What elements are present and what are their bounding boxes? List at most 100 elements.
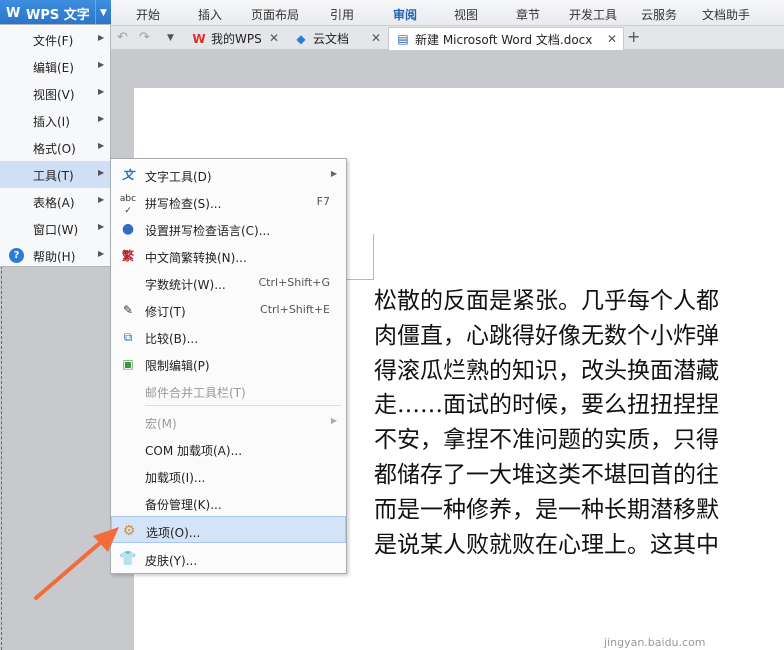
text-line: 松散的反面是紧张。几乎每个人都 bbox=[374, 288, 719, 314]
watermark-text: jingyan.baidu.com bbox=[604, 636, 706, 649]
chevron-right-icon: ▶ bbox=[98, 114, 105, 123]
menu-item-window[interactable]: 窗口(W) ▶ bbox=[0, 215, 110, 242]
tab-page-layout[interactable]: 页面布局 bbox=[251, 6, 299, 23]
simplified-traditional-icon: 繁 bbox=[121, 249, 134, 263]
doc-tab-word-document[interactable]: ▤ 新建 Microsoft Word 文档.docx ✕ bbox=[388, 27, 624, 50]
menu-item-label: 选项(O)... bbox=[146, 526, 201, 540]
tab-view[interactable]: 视图 bbox=[454, 6, 478, 23]
text-line: 都储存了一大堆这类不堪回首的往 bbox=[374, 461, 719, 488]
help-icon: ? bbox=[9, 248, 24, 263]
menu-item-label: 格式(O) bbox=[33, 142, 76, 156]
tab-cloud-service[interactable]: 云服务 bbox=[641, 6, 677, 23]
redo-icon[interactable]: ↷ bbox=[139, 30, 150, 45]
track-changes-icon: ✎ bbox=[122, 303, 134, 317]
menu-item-backup[interactable]: 备份管理(K)... bbox=[111, 489, 346, 516]
menu-item-label: 中文简繁转换(N)... bbox=[145, 251, 247, 265]
text-line: 得滚瓜烂熟的知识，改头换面潜藏 bbox=[374, 357, 719, 384]
close-icon[interactable]: ✕ bbox=[269, 31, 279, 45]
menu-item-label: 加载项(I)... bbox=[145, 471, 206, 485]
doc-tab-my-wps[interactable]: W 我的WPS ✕ bbox=[185, 27, 285, 50]
menu-item-label: 视图(V) bbox=[33, 88, 75, 102]
text-line: 走……面试的时候，要么扭扭捏捏 bbox=[374, 392, 719, 419]
doc-tab-cloud-docs[interactable]: ◆ 云文档 ✕ bbox=[287, 27, 387, 50]
menu-item-revise[interactable]: ✎ 修订(T) Ctrl+Shift+E bbox=[111, 296, 346, 323]
menu-item-word-count[interactable]: 字数统计(W)... Ctrl+Shift+G bbox=[111, 269, 346, 296]
chevron-right-icon: ▶ bbox=[98, 87, 105, 96]
menu-item-format[interactable]: 格式(O) ▶ bbox=[0, 134, 110, 161]
tab-developer[interactable]: 开发工具 bbox=[569, 6, 617, 23]
menu-item-label: 修订(T) bbox=[145, 305, 186, 319]
menu-item-text-tools[interactable]: 文 文字工具(D) ▶ bbox=[111, 161, 346, 188]
doc-tab-label: 我的WPS bbox=[211, 32, 262, 46]
menu-item-label: 工具(T) bbox=[33, 169, 74, 183]
menu-item-skin[interactable]: 👕 皮肤(Y)... bbox=[111, 545, 346, 572]
tab-chapter[interactable]: 章节 bbox=[516, 6, 540, 23]
chevron-right-icon: ▶ bbox=[98, 60, 105, 69]
menu-item-label: 编辑(E) bbox=[33, 61, 74, 75]
chevron-right-icon: ▶ bbox=[98, 195, 105, 204]
menu-item-spell-language[interactable]: ● 设置拼写检查语言(C)... bbox=[111, 215, 346, 242]
menu-item-edit[interactable]: 编辑(E) ▶ bbox=[0, 53, 110, 80]
menu-item-label: 表格(A) bbox=[33, 196, 75, 210]
margin-corner-mark bbox=[373, 234, 374, 280]
text-line: 是说某人败就败在心理上。这其中 bbox=[374, 531, 719, 558]
menu-item-file[interactable]: 文件(F) ▶ bbox=[0, 26, 110, 53]
shortcut-text: Ctrl+Shift+E bbox=[260, 303, 330, 316]
wps-logo-icon: W bbox=[6, 5, 21, 21]
menu-item-view[interactable]: 视图(V) ▶ bbox=[0, 80, 110, 107]
undo-icon[interactable]: ↶ bbox=[117, 30, 128, 45]
menu-item-label: 备份管理(K)... bbox=[145, 498, 222, 512]
menu-item-label: 文件(F) bbox=[33, 34, 74, 48]
menu-separator bbox=[145, 405, 341, 406]
cloud-cube-icon: ◆ bbox=[296, 31, 306, 46]
wps-logo-icon: W bbox=[192, 31, 206, 46]
menu-item-tools[interactable]: 工具(T) ▶ bbox=[0, 161, 110, 188]
tab-references[interactable]: 引用 bbox=[330, 6, 354, 23]
lock-document-icon: ▣ bbox=[122, 357, 134, 371]
globe-language-icon: ● bbox=[121, 221, 135, 237]
menu-item-compare[interactable]: ⧉ 比较(B)... bbox=[111, 323, 346, 350]
gear-icon: ⚙ bbox=[122, 523, 136, 539]
ribbon-tab-bar: W WPS 文字 ▼ 开始 插入 页面布局 引用 审阅 视图 章节 开发工具 云… bbox=[0, 0, 784, 26]
menu-item-restrict-edit[interactable]: ▣ 限制编辑(P) bbox=[111, 350, 346, 377]
menu-item-help[interactable]: ? 帮助(H) ▶ bbox=[0, 242, 110, 269]
menu-item-label: 设置拼写检查语言(C)... bbox=[145, 224, 271, 238]
menu-item-label: 宏(M) bbox=[145, 417, 177, 431]
tab-doc-assistant[interactable]: 文档助手 bbox=[702, 6, 750, 23]
menu-item-chinese-convert[interactable]: 繁 中文简繁转换(N)... bbox=[111, 242, 346, 269]
text-tools-icon: 文 bbox=[121, 168, 134, 182]
chevron-right-icon: ▶ bbox=[330, 416, 337, 425]
menu-item-options[interactable]: ⚙ 选项(O)... bbox=[111, 516, 346, 543]
chevron-down-icon[interactable]: ▼ bbox=[167, 33, 174, 43]
menu-item-com-addins[interactable]: COM 加载项(A)... bbox=[111, 435, 346, 462]
shortcut-text: F7 bbox=[316, 195, 330, 208]
menu-item-addins[interactable]: 加载项(I)... bbox=[111, 462, 346, 489]
menu-item-label: 皮肤(Y)... bbox=[145, 554, 198, 568]
menu-item-table[interactable]: 表格(A) ▶ bbox=[0, 188, 110, 215]
text-line: 不安，拿捏不准问题的实质，只得 bbox=[374, 427, 719, 454]
tab-review[interactable]: 审阅 bbox=[393, 6, 417, 23]
new-tab-plus-icon[interactable]: + bbox=[627, 27, 640, 46]
tab-home[interactable]: 开始 bbox=[136, 6, 160, 23]
menu-item-insert[interactable]: 插入(I) ▶ bbox=[0, 107, 110, 134]
wps-menu-button[interactable]: W WPS 文字 ▼ bbox=[0, 0, 111, 26]
wps-main-menu: 文件(F) ▶ 编辑(E) ▶ 视图(V) ▶ 插入(I) ▶ 格式(O) ▶ … bbox=[0, 24, 111, 267]
close-icon[interactable]: ✕ bbox=[607, 32, 617, 46]
menu-item-label: 比较(B)... bbox=[145, 332, 199, 346]
document-body-text[interactable]: 松散的反面是紧张。几乎每个人都 肉僵直，心跳得好像无数个小炸弹 得滚瓜烂熟的知识… bbox=[374, 284, 784, 562]
chevron-right-icon: ▶ bbox=[98, 222, 105, 231]
menu-item-label: 帮助(H) bbox=[33, 250, 76, 264]
chevron-right-icon: ▶ bbox=[98, 168, 105, 177]
menu-item-macro: 宏(M) ▶ bbox=[111, 408, 346, 435]
doc-tab-label: 云文档 bbox=[313, 32, 350, 46]
tshirt-skin-icon: 👕 bbox=[119, 551, 137, 567]
tab-insert[interactable]: 插入 bbox=[198, 6, 222, 23]
menu-item-label: 窗口(W) bbox=[33, 223, 79, 237]
compare-icon: ⧉ bbox=[123, 330, 133, 344]
shortcut-text: Ctrl+Shift+G bbox=[258, 276, 330, 289]
chevron-down-icon[interactable]: ▼ bbox=[95, 0, 111, 26]
close-icon[interactable]: ✕ bbox=[371, 31, 381, 45]
text-line: 而是一种修养，是一种长期潜移默 bbox=[374, 496, 719, 523]
menu-item-spell-check[interactable]: abc ✓ 拼写检查(S)... F7 bbox=[111, 188, 346, 216]
menu-item-label: COM 加载项(A)... bbox=[145, 444, 243, 458]
